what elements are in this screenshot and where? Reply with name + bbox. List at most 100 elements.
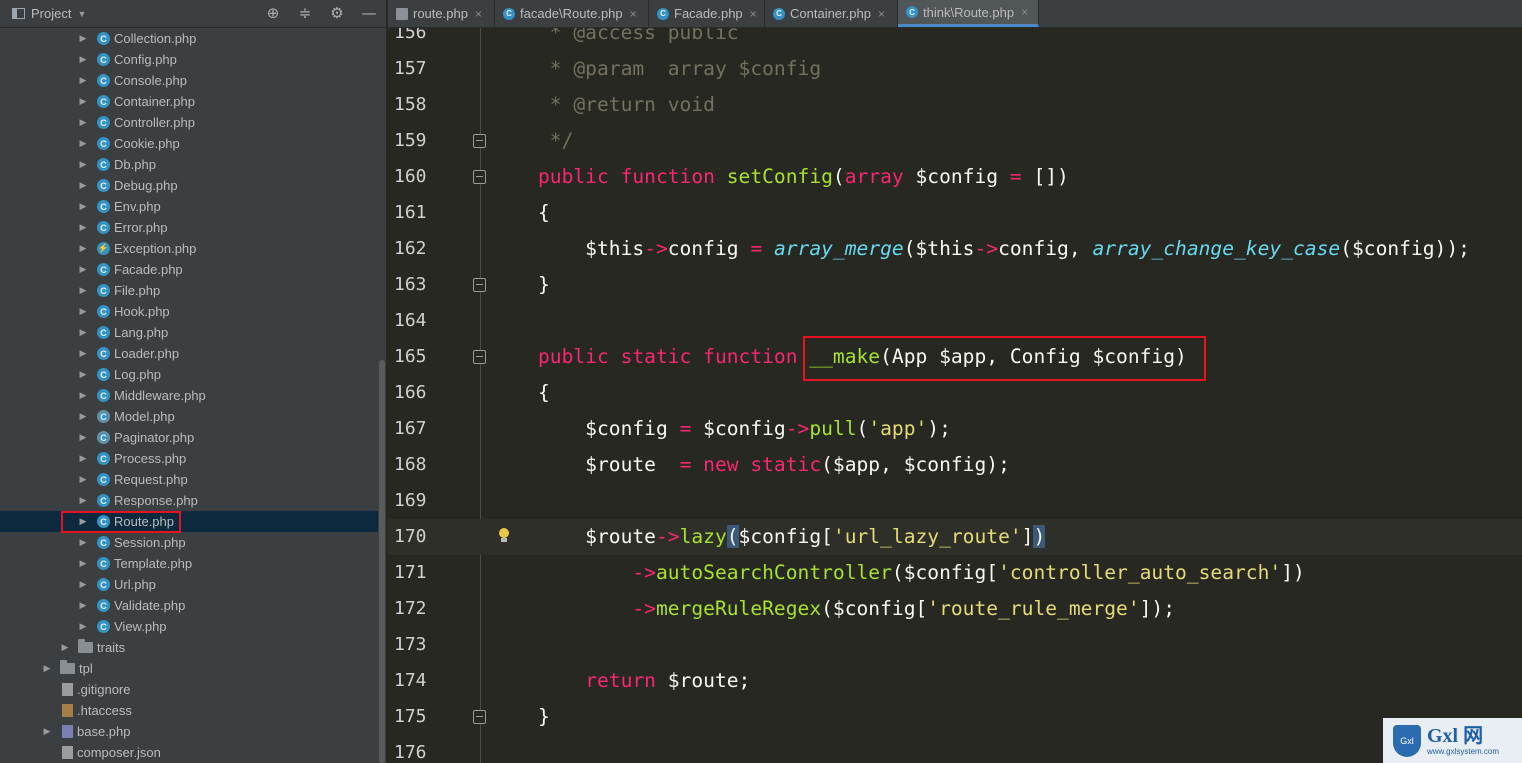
tree-item-validate-php[interactable]: ▶ C Validate.php [0, 595, 378, 616]
close-icon[interactable]: × [750, 7, 757, 21]
expand-arrow-icon[interactable]: ▶ [78, 117, 88, 128]
expand-arrow-icon[interactable]: ▶ [78, 369, 88, 380]
lightbulb-icon[interactable] [497, 528, 511, 544]
tree-item-htaccess[interactable]: .htaccess [0, 700, 378, 721]
tree-item-log-php[interactable]: ▶ C Log.php [0, 364, 378, 385]
code-line-170[interactable]: 170 $route->lazy($config['url_lazy_route… [388, 519, 1522, 555]
tab-think-route-php[interactable]: Cthink\Route.php × [898, 0, 1039, 27]
tree-item-config-php[interactable]: ▶ C Config.php [0, 49, 378, 70]
code-line-164[interactable]: 164 [388, 303, 1522, 339]
tab-facade-php[interactable]: C Facade.php × [649, 0, 765, 27]
tree-item-model-php[interactable]: ▶ C Model.php [0, 406, 378, 427]
code-line-158[interactable]: 158 * @return void [388, 87, 1522, 123]
tree-item-route-php[interactable]: ▶ C Route.php [0, 511, 378, 532]
code-line-167[interactable]: 167 $config = $config->pull('app'); [388, 411, 1522, 447]
tree-item-url-php[interactable]: ▶ C Url.php [0, 574, 378, 595]
expand-arrow-icon[interactable]: ▶ [78, 348, 88, 359]
code-line-168[interactable]: 168 $route = new static($app, $config); [388, 447, 1522, 483]
expand-arrow-icon[interactable]: ▶ [78, 411, 88, 422]
code-editor[interactable]: 156 * @access public 157 * @param array $… [388, 28, 1522, 763]
expand-arrow-icon[interactable]: ▶ [78, 600, 88, 611]
close-icon[interactable]: × [1021, 5, 1028, 19]
close-icon[interactable]: × [878, 7, 885, 21]
tree-item-facade-php[interactable]: ▶ C Facade.php [0, 259, 378, 280]
tree-item-collection-php[interactable]: ▶ C Collection.php [0, 28, 378, 49]
close-icon[interactable]: × [475, 7, 482, 21]
code-line-175[interactable]: 175} [388, 699, 1522, 735]
expand-arrow-icon[interactable]: ▶ [78, 558, 88, 569]
tree-item-base-php[interactable]: ▶ base.php [0, 721, 378, 742]
expand-arrow-icon[interactable]: ▶ [78, 201, 88, 212]
tree-item-exception-php[interactable]: ▶ ⚡ Exception.php [0, 238, 378, 259]
expand-arrow-icon[interactable]: ▶ [42, 663, 52, 674]
code-line-174[interactable]: 174 return $route; [388, 663, 1522, 699]
tree-item-view-php[interactable]: ▶ C View.php [0, 616, 378, 637]
tree-item-tpl[interactable]: ▶ tpl [0, 658, 378, 679]
tree-item-env-php[interactable]: ▶ C Env.php [0, 196, 378, 217]
expand-arrow-icon[interactable]: ▶ [78, 579, 88, 590]
tree-item-cookie-php[interactable]: ▶ C Cookie.php [0, 133, 378, 154]
fold-marker-icon[interactable] [473, 350, 486, 364]
fold-marker-icon[interactable] [473, 170, 486, 184]
expand-arrow-icon[interactable]: ▶ [78, 138, 88, 149]
collapse-all-icon[interactable]: ≑ [296, 4, 314, 22]
code-line-157[interactable]: 157 * @param array $config [388, 51, 1522, 87]
expand-arrow-icon[interactable]: ▶ [78, 96, 88, 107]
tree-item-composer-json[interactable]: composer.json [0, 742, 378, 763]
expand-arrow-icon[interactable]: ▶ [78, 243, 88, 254]
close-icon[interactable]: × [630, 7, 637, 21]
expand-arrow-icon[interactable]: ▶ [78, 390, 88, 401]
expand-arrow-icon[interactable]: ▶ [78, 75, 88, 86]
expand-arrow-icon[interactable]: ▶ [60, 642, 70, 653]
expand-arrow-icon[interactable]: ▶ [78, 474, 88, 485]
tree-item-session-php[interactable]: ▶ C Session.php [0, 532, 378, 553]
tree-item-gitignore[interactable]: .gitignore [0, 679, 378, 700]
gear-icon[interactable]: ⚙ [328, 4, 346, 22]
expand-arrow-icon[interactable]: ▶ [42, 726, 52, 737]
tree-item-lang-php[interactable]: ▶ C Lang.php [0, 322, 378, 343]
tree-item-traits[interactable]: ▶ traits [0, 637, 378, 658]
tree-item-paginator-php[interactable]: ▶ C Paginator.php [0, 427, 378, 448]
code-line-173[interactable]: 173 [388, 627, 1522, 663]
locate-target-icon[interactable]: ⊕ [264, 4, 282, 22]
fold-marker-icon[interactable] [473, 710, 486, 724]
expand-arrow-icon[interactable]: ▶ [78, 495, 88, 506]
tree-item-error-php[interactable]: ▶ C Error.php [0, 217, 378, 238]
code-line-169[interactable]: 169 [388, 483, 1522, 519]
tab-container-php[interactable]: C Container.php × [765, 0, 898, 27]
minimize-icon[interactable]: — [360, 4, 378, 22]
code-line-171[interactable]: 171 ->autoSearchController($config['cont… [388, 555, 1522, 591]
fold-marker-icon[interactable] [473, 278, 486, 292]
expand-arrow-icon[interactable]: ▶ [78, 180, 88, 191]
project-dropdown[interactable]: Project ▼ [12, 6, 86, 21]
expand-arrow-icon[interactable]: ▶ [78, 285, 88, 296]
tab-facade-route-php[interactable]: Cfacade\Route.php × [495, 0, 649, 27]
code-line-176[interactable]: 176 [388, 735, 1522, 763]
code-line-156[interactable]: 156 * @access public [388, 28, 1522, 51]
expand-arrow-icon[interactable]: ▶ [78, 54, 88, 65]
expand-arrow-icon[interactable]: ▶ [78, 453, 88, 464]
tree-item-response-php[interactable]: ▶ C Response.php [0, 490, 378, 511]
code-line-160[interactable]: 160 public function setConfig(array $conf… [388, 159, 1522, 195]
expand-arrow-icon[interactable]: ▶ [78, 537, 88, 548]
expand-arrow-icon[interactable]: ▶ [78, 264, 88, 275]
tree-item-console-php[interactable]: ▶ C Console.php [0, 70, 378, 91]
tree-item-file-php[interactable]: ▶ C File.php [0, 280, 378, 301]
fold-marker-icon[interactable] [473, 134, 486, 148]
tree-item-debug-php[interactable]: ▶ C Debug.php [0, 175, 378, 196]
expand-arrow-icon[interactable]: ▶ [78, 327, 88, 338]
tree-item-process-php[interactable]: ▶ C Process.php [0, 448, 378, 469]
code-line-172[interactable]: 172 ->mergeRuleRegex($config['route_rule… [388, 591, 1522, 627]
code-line-162[interactable]: 162 $this->config = array_merge($this->c… [388, 231, 1522, 267]
tree-item-loader-php[interactable]: ▶ C Loader.php [0, 343, 378, 364]
expand-arrow-icon[interactable]: ▶ [78, 621, 88, 632]
tree-item-request-php[interactable]: ▶ C Request.php [0, 469, 378, 490]
expand-arrow-icon[interactable]: ▶ [78, 306, 88, 317]
tree-item-db-php[interactable]: ▶ C Db.php [0, 154, 378, 175]
tree-item-container-php[interactable]: ▶ C Container.php [0, 91, 378, 112]
tab-route-php[interactable]: route.php × [388, 0, 495, 27]
code-line-163[interactable]: 163} [388, 267, 1522, 303]
tree-item-middleware-php[interactable]: ▶ C Middleware.php [0, 385, 378, 406]
project-scrollbar-thumb[interactable] [379, 360, 385, 763]
expand-arrow-icon[interactable]: ▶ [78, 159, 88, 170]
